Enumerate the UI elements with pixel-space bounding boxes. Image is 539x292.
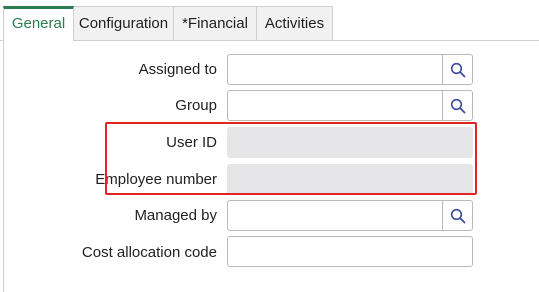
cost-allocation-code-label: Cost allocation code [81,244,217,261]
assigned-to-label: Assigned to [138,61,217,78]
tab-financial[interactable]: *Financial [173,6,257,40]
tab-general[interactable]: General [3,6,74,41]
cost-allocation-code-field[interactable] [227,236,473,267]
search-icon [450,62,465,77]
assigned-to-lookup-button[interactable] [442,55,472,84]
tab-configuration[interactable]: Configuration [73,6,174,40]
managed-by-lookup-button[interactable] [442,201,472,230]
group-label: Group [175,97,217,114]
user-id-label: User ID [166,134,217,151]
panel-border [3,40,4,292]
tab-activities[interactable]: Activities [256,6,333,40]
search-icon [450,208,465,223]
employee-number-label: Employee number [95,171,217,188]
managed-by-label: Managed by [134,207,217,224]
employee-number-field [227,164,473,195]
group-lookup-button[interactable] [442,91,472,120]
assigned-to-field[interactable] [227,54,473,85]
tab-bar: General Configuration *Financial Activit… [0,0,539,41]
group-field[interactable] [227,90,473,121]
user-id-field [227,127,473,158]
tab-divider [0,40,539,41]
managed-by-field[interactable] [227,200,473,231]
search-icon [450,98,465,113]
